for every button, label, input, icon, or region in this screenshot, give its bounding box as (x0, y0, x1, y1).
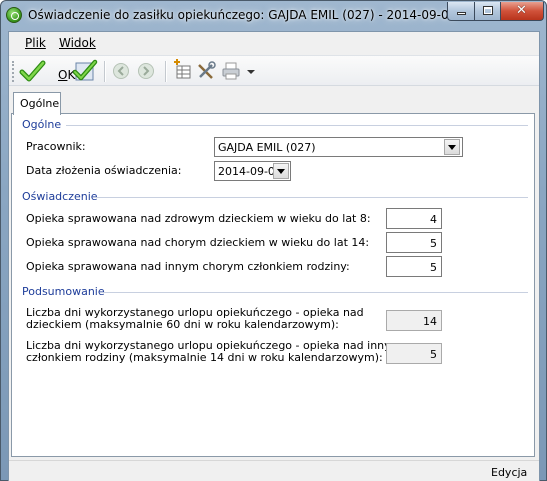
statement-input-healthy-child[interactable]: 4 (386, 208, 442, 229)
statement-input-sick-child[interactable]: 5 (386, 232, 442, 253)
ok-button[interactable]: OK (18, 59, 75, 84)
menu-plik[interactable]: Plik (25, 36, 46, 50)
summary-value-family: 5 (386, 343, 442, 364)
forward-icon (138, 63, 154, 79)
app-icon (6, 7, 22, 23)
date-label: Data złożenia oświadczenia: (26, 164, 182, 177)
close-icon: ✕ (516, 3, 527, 18)
status-mode: Edycja (491, 466, 528, 479)
section-divider (96, 197, 528, 198)
toolbar-separator (165, 61, 166, 82)
title-bar[interactable]: Oświadczenie do zasiłku opiekuńczego: GA… (1, 1, 546, 29)
close-button[interactable]: ✕ (500, 2, 544, 21)
summary-label-family: Liczba dni wykorzystanego urlopu opiekuń… (26, 340, 401, 364)
status-bar: Edycja (9, 460, 539, 481)
maximize-icon (483, 6, 493, 15)
ok-icon (19, 60, 46, 82)
section-divider (102, 292, 528, 293)
back-icon (113, 63, 129, 79)
grid-add-icon (174, 59, 191, 79)
menu-bar: Plik Widok (9, 32, 539, 54)
employee-label: Pracownik: (26, 140, 86, 153)
section-divider (66, 125, 528, 126)
statement-label-healthy-child: Opieka sprawowana nad zdrowym dzieckiem … (26, 212, 371, 225)
minimize-button[interactable] (447, 2, 475, 21)
print-button[interactable] (220, 59, 242, 84)
tab-panel-ogolne: Ogólne Pracownik: GAJDA EMIL (027) Data … (11, 113, 535, 457)
statement-label-family-member: Opieka sprawowana nad innym chorym człon… (26, 260, 350, 273)
date-dropdown-button[interactable] (273, 163, 289, 179)
ok-apply-button[interactable] (72, 59, 98, 84)
tab-strip: Ogólne (9, 92, 539, 115)
statement-label-sick-child: Opieka sprawowana nad chorym dzieckiem w… (26, 236, 370, 249)
ok-apply-icon (72, 59, 98, 81)
print-dropdown-button[interactable] (244, 59, 258, 84)
date-picker[interactable]: 2014-09-01 (214, 161, 291, 181)
grid-add-button[interactable] (171, 59, 193, 84)
section-general-title: Ogólne (22, 118, 62, 131)
employee-combobox[interactable]: GAJDA EMIL (027) (214, 137, 463, 157)
statement-input-family-member[interactable]: 5 (386, 256, 442, 277)
tools-button[interactable] (195, 59, 217, 84)
toolbar-grip[interactable] (12, 61, 15, 82)
summary-label-family-line2: członkiem rodziny (maksymalnie 14 dni w … (26, 351, 383, 364)
toolbar-separator (104, 61, 105, 82)
menu-widok[interactable]: Widok (59, 36, 96, 50)
print-icon (222, 62, 240, 80)
employee-dropdown-button[interactable] (444, 139, 460, 155)
tools-icon (198, 61, 216, 79)
dropdown-arrow-icon (247, 70, 255, 74)
section-statement-title: Oświadczenie (22, 190, 98, 203)
back-button[interactable] (110, 59, 132, 84)
application-window: Oświadczenie do zasiłku opiekuńczego: GA… (0, 0, 547, 481)
minimize-icon (457, 12, 466, 15)
forward-button[interactable] (135, 59, 157, 84)
chevron-down-icon (448, 145, 456, 150)
summary-value-children: 14 (386, 310, 442, 331)
summary-label-children-line2: dzieckiem (maksymalnie 60 dni w roku kal… (26, 318, 339, 331)
maximize-button[interactable] (474, 2, 501, 21)
summary-label-children: Liczba dni wykorzystanego urlopu opiekuń… (26, 307, 364, 331)
toolbar: OK (9, 55, 539, 86)
window-title: Oświadczenie do zasiłku opiekuńczego: GA… (28, 8, 457, 22)
employee-value: GAJDA EMIL (027) (218, 141, 316, 154)
window-client-area: Plik Widok OK Ogólne Ogólne Pracownik: G… (8, 31, 540, 481)
tab-ogolne[interactable]: Ogólne (13, 92, 61, 115)
menu-widok-label: Widok (59, 36, 96, 50)
chevron-down-icon (277, 169, 285, 174)
section-summary-title: Podsumowanie (22, 285, 105, 298)
menu-plik-label: Plik (25, 36, 46, 50)
